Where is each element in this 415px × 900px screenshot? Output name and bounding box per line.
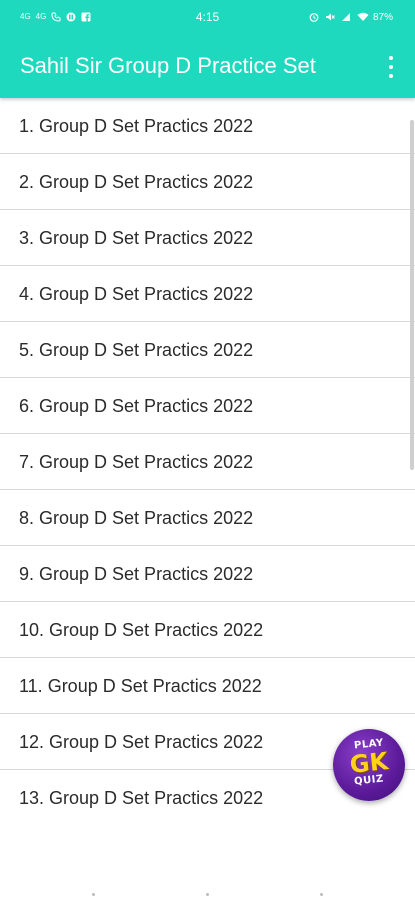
alarm-icon xyxy=(309,12,319,22)
list-item-label: 7. Group D Set Practics 2022 xyxy=(19,451,254,472)
list-item-label: 4. Group D Set Practics 2022 xyxy=(19,283,254,304)
list-item-label: 2. Group D Set Practics 2022 xyxy=(19,171,254,192)
list-item-label: 8. Group D Set Practics 2022 xyxy=(19,507,254,528)
list-item-set-1[interactable]: 1. Group D Set Practics 2022 xyxy=(0,98,415,154)
list-item-set-8[interactable]: 8. Group D Set Practics 2022 xyxy=(0,490,415,546)
more-vert-icon[interactable] xyxy=(383,54,399,80)
status-right: 87% xyxy=(309,9,393,25)
app-title: Sahil Sir Group D Practice Set xyxy=(20,53,316,78)
scrollbar-thumb[interactable] xyxy=(410,120,414,470)
play-gk-quiz-button[interactable]: PLAY GK QUIZ xyxy=(333,729,405,801)
list-item-set-10[interactable]: 10. Group D Set Practics 2022 xyxy=(0,602,415,658)
nav-hint-dot xyxy=(92,893,95,896)
nav-hint-dot xyxy=(320,893,323,896)
list-item-label: 6. Group D Set Practics 2022 xyxy=(19,395,254,416)
list-item-set-7[interactable]: 7. Group D Set Practics 2022 xyxy=(0,434,415,490)
wifi-icon xyxy=(357,12,369,22)
status-bar: 4G 4G 4:15 87% xyxy=(0,0,415,34)
list-item-label: 9. Group D Set Practics 2022 xyxy=(19,563,254,584)
list-item-set-3[interactable]: 3. Group D Set Practics 2022 xyxy=(0,210,415,266)
menu-dot xyxy=(389,65,393,69)
list-item-set-11[interactable]: 11. Group D Set Practics 2022 xyxy=(0,658,415,714)
menu-dot xyxy=(389,56,393,60)
cellular-icon xyxy=(341,12,351,22)
battery-percent: 87% xyxy=(372,11,393,23)
practice-set-list: 1. Group D Set Practics 2022 2. Group D … xyxy=(0,98,415,826)
mute-icon xyxy=(325,12,335,22)
list-item-set-6[interactable]: 6. Group D Set Practics 2022 xyxy=(0,378,415,434)
list-item-label: 10. Group D Set Practics 2022 xyxy=(19,619,264,640)
list-item-label: 3. Group D Set Practics 2022 xyxy=(19,227,254,248)
list-item-label: 13. Group D Set Practics 2022 xyxy=(19,788,264,808)
list-item-label: 5. Group D Set Practics 2022 xyxy=(19,339,254,360)
list-item-set-9[interactable]: 9. Group D Set Practics 2022 xyxy=(0,546,415,602)
list-item-label: 1. Group D Set Practics 2022 xyxy=(19,115,254,136)
screen: 4G 4G 4:15 87% Sahil Sir Group D Practic… xyxy=(0,0,415,900)
app-bar: Sahil Sir Group D Practice Set xyxy=(0,34,415,98)
list-item-set-4[interactable]: 4. Group D Set Practics 2022 xyxy=(0,266,415,322)
nav-hint-dot xyxy=(206,893,209,896)
list-item-set-2[interactable]: 2. Group D Set Practics 2022 xyxy=(0,154,415,210)
list-item-label: 12. Group D Set Practics 2022 xyxy=(19,731,264,752)
list-item-set-5[interactable]: 5. Group D Set Practics 2022 xyxy=(0,322,415,378)
list-item-label: 11. Group D Set Practics 2022 xyxy=(19,675,262,696)
menu-dot xyxy=(389,74,393,78)
